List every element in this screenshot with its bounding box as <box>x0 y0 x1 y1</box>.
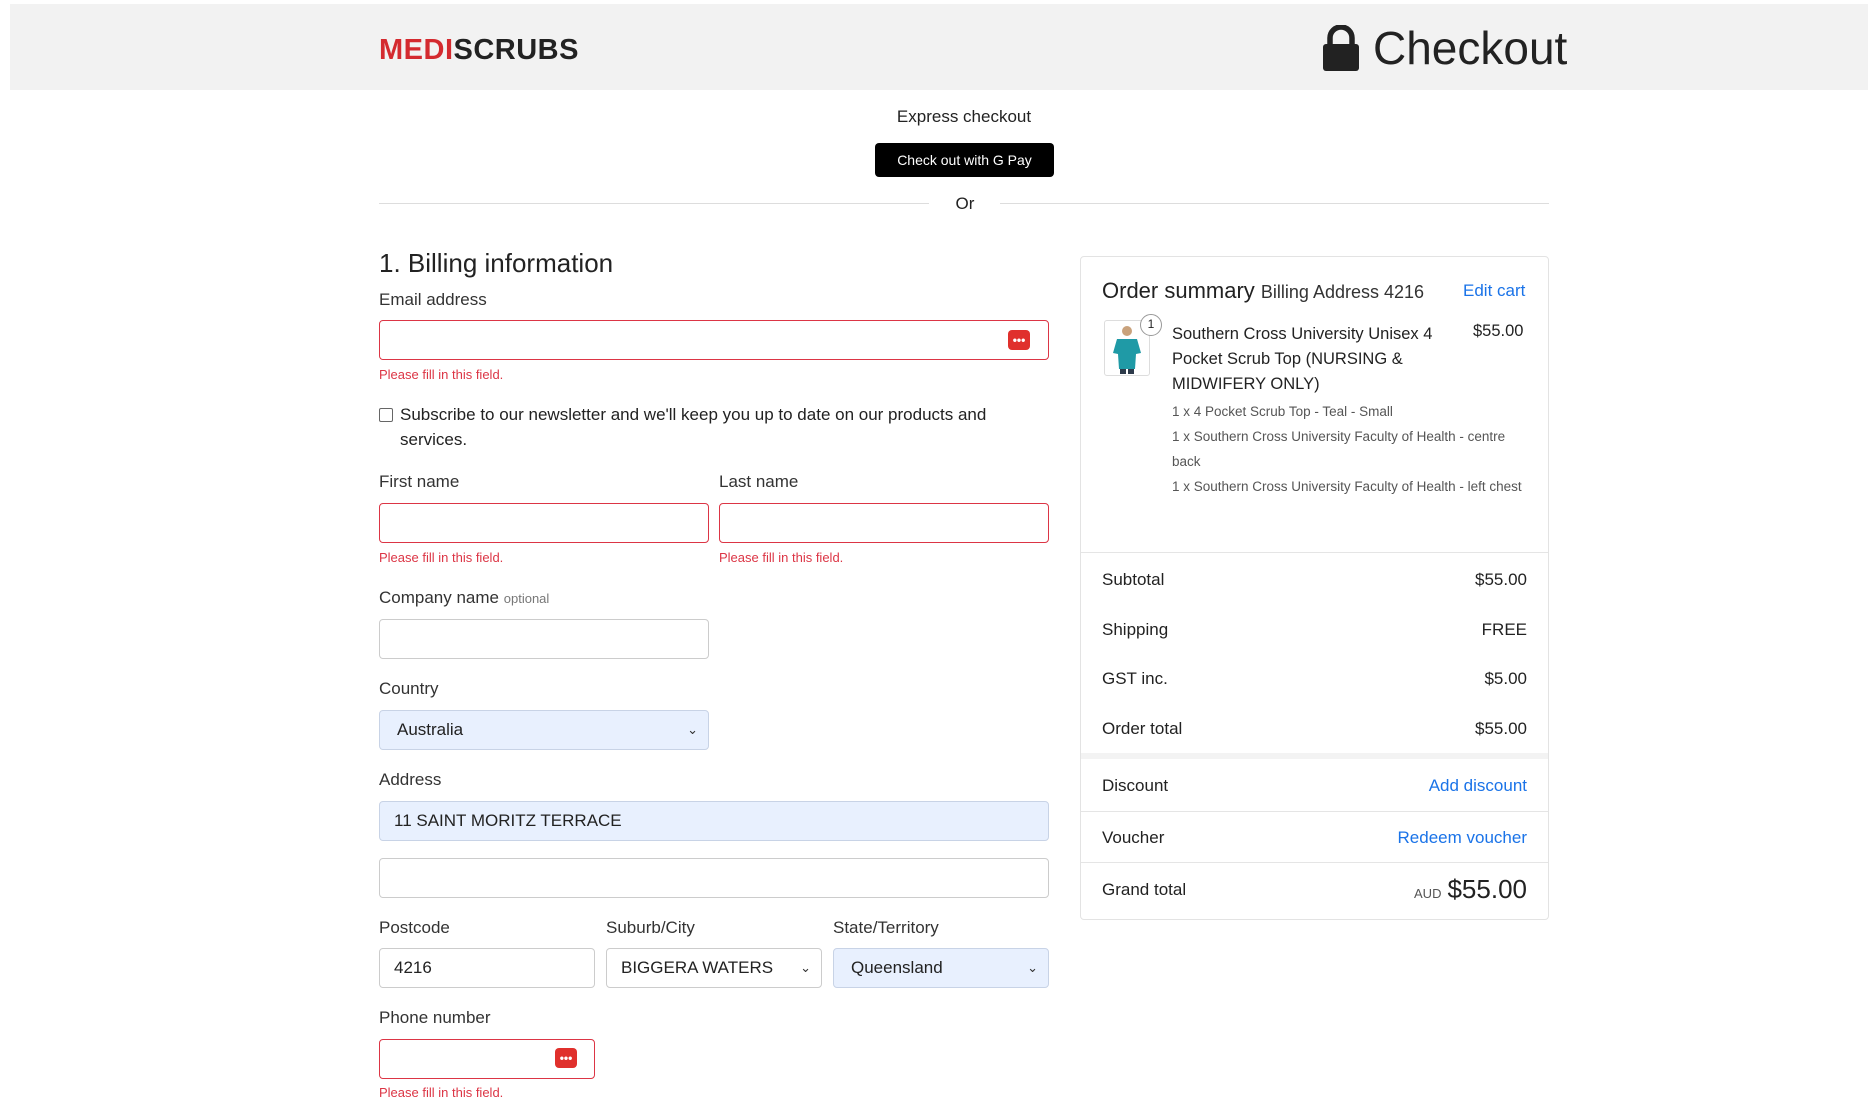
summary-divider <box>1081 811 1548 812</box>
summary-divider <box>1081 862 1548 863</box>
email-field[interactable] <box>379 320 1049 360</box>
product-variant: 1 x Southern Cross University Faculty of… <box>1172 479 1522 494</box>
product-variant: 1 x 4 Pocket Scrub Top - Teal - Small <box>1172 404 1393 419</box>
discount-label: Discount <box>1102 776 1169 795</box>
gst-label: GST inc. <box>1102 669 1168 688</box>
logo-part-scrubs: SCRUBS <box>453 34 579 66</box>
divider-left <box>379 203 929 204</box>
product-price: $55.00 <box>1473 322 1524 340</box>
grand-total-amount: $55.00 <box>1447 874 1527 904</box>
divider-right <box>1000 203 1549 204</box>
summary-divider <box>1081 552 1548 553</box>
summary-gap <box>1081 753 1548 759</box>
address-label: Address <box>379 770 442 789</box>
country-value: Australia <box>397 720 464 739</box>
state-label: State/Territory <box>833 918 939 937</box>
suburb-label: Suburb/City <box>606 918 695 937</box>
add-discount-link[interactable]: Add discount <box>1429 776 1527 796</box>
billing-address-subtitle: Billing Address 4216 <box>1260 282 1425 302</box>
google-pay-button[interactable]: Check out with G Pay <box>875 143 1054 177</box>
suburb-value: BIGGERA WATERS <box>621 958 774 977</box>
quantity-badge: 1 <box>1140 314 1162 336</box>
shipping-value: FREE <box>1481 620 1527 639</box>
company-field[interactable] <box>379 619 709 659</box>
first-name-label: First name <box>379 472 460 491</box>
postcode-label: Postcode <box>379 918 450 937</box>
address-line1-field[interactable]: 11 SAINT MORITZ TERRACE <box>379 801 1049 841</box>
first-name-field[interactable] <box>379 503 709 543</box>
state-select[interactable]: Queensland ⌄ <box>833 948 1049 988</box>
phone-error: Please fill in this field. <box>379 1085 504 1100</box>
edit-cart-link[interactable]: Edit cart <box>1463 281 1525 301</box>
last-name-label: Last name <box>719 472 799 491</box>
page-title: Checkout <box>1321 18 1567 78</box>
password-manager-icon[interactable]: ••• <box>555 1048 577 1068</box>
country-label: Country <box>379 679 439 698</box>
product-name: Southern Cross University Unisex 4 Pocke… <box>1172 325 1433 393</box>
product-variant: 1 x Southern Cross University Faculty of… <box>1172 429 1506 469</box>
gst-value: $5.00 <box>1484 669 1527 688</box>
company-label-text: Company name <box>379 588 500 607</box>
logo-part-medi: MEDI <box>379 34 454 66</box>
chevron-down-icon: ⌄ <box>800 960 811 975</box>
lock-icon <box>1323 25 1359 71</box>
billing-section-title: 1. Billing information <box>379 248 614 278</box>
last-name-field[interactable] <box>719 503 1049 543</box>
grand-total-value: AUD $55.00 <box>1414 874 1527 905</box>
newsletter-label: Subscribe to our newsletter and we'll ke… <box>400 405 987 449</box>
newsletter-checkbox[interactable] <box>379 408 393 422</box>
state-value: Queensland <box>851 958 943 977</box>
email-error: Please fill in this field. <box>379 367 504 382</box>
or-separator: Or <box>955 194 975 213</box>
company-label: Company name optional <box>379 588 549 608</box>
order-total-label: Order total <box>1102 719 1183 738</box>
checkout-title-text: Checkout <box>1373 22 1568 74</box>
phone-label: Phone number <box>379 1008 491 1027</box>
last-name-error: Please fill in this field. <box>719 550 844 565</box>
order-summary-title: Order summary Billing Address 4216 <box>1102 278 1424 304</box>
address-line2-field[interactable] <box>379 858 1049 898</box>
suburb-select[interactable]: BIGGERA WATERS ⌄ <box>606 948 822 988</box>
country-select[interactable]: Australia ⌄ <box>379 710 709 750</box>
order-total-value: $55.00 <box>1475 719 1527 738</box>
subtotal-value: $55.00 <box>1475 570 1527 589</box>
chevron-down-icon: ⌄ <box>687 722 698 737</box>
mediscrubs-logo[interactable]: MEDISCRUBS <box>379 34 579 67</box>
shipping-label: Shipping <box>1102 620 1169 639</box>
chevron-down-icon: ⌄ <box>1027 960 1038 975</box>
optional-tag: optional <box>503 591 550 606</box>
postcode-field[interactable]: 4216 <box>379 948 595 988</box>
email-label: Email address <box>379 290 487 309</box>
first-name-error: Please fill in this field. <box>379 550 504 565</box>
currency-code: AUD <box>1414 886 1442 901</box>
subtotal-label: Subtotal <box>1102 570 1165 589</box>
password-manager-icon[interactable]: ••• <box>1008 330 1030 350</box>
redeem-voucher-link[interactable]: Redeem voucher <box>1398 828 1527 848</box>
express-checkout-label: Express checkout <box>896 107 1032 126</box>
site-header <box>10 4 1868 90</box>
voucher-label: Voucher <box>1102 828 1165 847</box>
order-summary-heading: Order summary <box>1102 278 1255 303</box>
grand-total-label: Grand total <box>1102 880 1187 899</box>
